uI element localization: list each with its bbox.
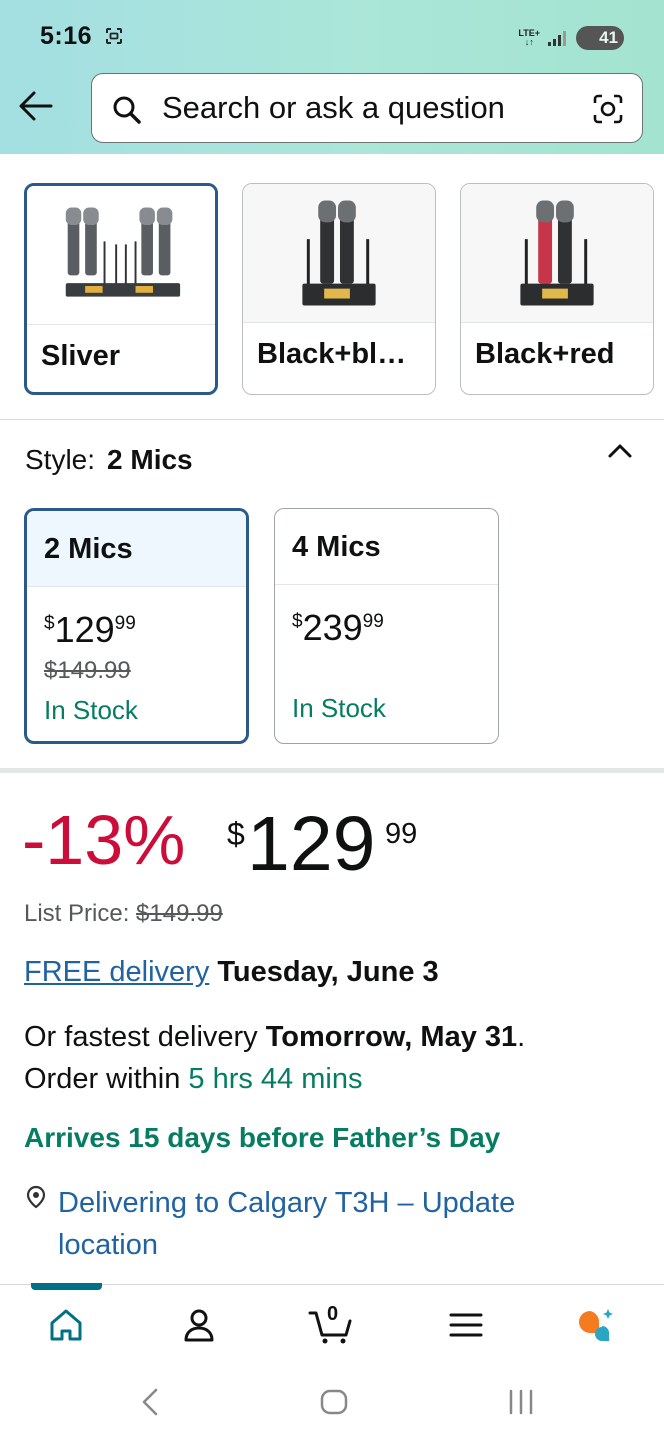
screenshot-notification-icon <box>106 28 122 44</box>
network-type: LTE+ ↓↑ <box>518 28 540 47</box>
microphone-set-image <box>65 207 181 297</box>
cart-count: 0 <box>327 1303 339 1325</box>
menu-icon[interactable] <box>446 1305 486 1345</box>
delivery-location-link[interactable]: Delivering to Calgary T3H – Update locat… <box>58 1182 618 1266</box>
style-option-stock: In Stock <box>44 695 138 725</box>
location-pin-icon <box>26 1185 46 1209</box>
style-header[interactable]: Style: 2 Mics <box>25 444 193 476</box>
system-recents-icon[interactable] <box>506 1386 536 1418</box>
camera-search-icon[interactable] <box>592 93 624 125</box>
color-option-label: Black+bl… <box>257 338 407 370</box>
search-icon <box>113 96 141 124</box>
system-back-icon[interactable] <box>138 1386 162 1418</box>
home-icon[interactable] <box>46 1305 86 1345</box>
style-label: Style: <box>25 444 96 475</box>
cart-button[interactable]: 0 <box>308 1303 356 1345</box>
status-time: 5:16 <box>40 22 93 50</box>
style-option-price: $23999 <box>292 607 384 648</box>
list-price: List Price: $149.99 <box>24 900 223 927</box>
discount-percent: -13% <box>22 801 186 879</box>
color-option-black-red[interactable]: Black+red <box>460 183 654 395</box>
chevron-up-icon[interactable] <box>606 438 634 462</box>
arrives-note: Arrives 15 days before Father’s Day <box>24 1122 501 1153</box>
search-bar[interactable]: Search or ask a question <box>91 73 643 143</box>
color-options: Sliver Black+bl… Black+red <box>0 183 664 395</box>
system-navigation-bar <box>0 1364 664 1440</box>
app-header: 5:16 LTE+ ↓↑ 41 Search or ask a question <box>0 0 664 154</box>
free-delivery-line: FREE delivery Tuesday, June 3 <box>24 956 439 989</box>
back-arrow-icon[interactable] <box>18 90 54 122</box>
free-delivery-date: Tuesday, June 3 <box>217 956 439 988</box>
style-option-price: $12999 <box>44 609 136 650</box>
microphone-set-image <box>520 200 594 306</box>
fastest-delivery: Or fastest delivery Tomorrow, May 31. Or… <box>24 1021 526 1095</box>
product-thumbnail-black-red <box>461 184 653 323</box>
signal-icon <box>548 31 566 46</box>
microphone-set-image <box>302 200 376 306</box>
color-option-sliver[interactable]: Sliver <box>24 183 218 395</box>
product-thumbnail-sliver <box>27 186 215 325</box>
free-delivery-link[interactable]: FREE delivery <box>24 956 209 988</box>
style-selected-value: 2 Mics <box>107 444 193 475</box>
style-option-name: 4 Mics <box>275 509 498 585</box>
search-input[interactable]: Search or ask a question <box>162 90 505 126</box>
battery-indicator: 41 <box>576 26 624 50</box>
bottom-navigation: 0 <box>0 1283 664 1365</box>
style-option-stock: In Stock <box>292 693 386 723</box>
rufus-assistant-icon[interactable] <box>576 1305 616 1345</box>
price-cents: 99 <box>385 818 418 850</box>
style-option-2-mics[interactable]: 2 Mics $12999 $149.99 In Stock <box>24 508 249 744</box>
color-option-black-blue[interactable]: Black+bl… <box>242 183 436 395</box>
color-option-label: Black+red <box>475 338 615 370</box>
status-indicators: LTE+ ↓↑ 41 <box>518 26 624 50</box>
system-home-icon[interactable] <box>318 1386 350 1418</box>
price-whole: 129 <box>247 801 376 887</box>
product-thumbnail-black-blue <box>243 184 435 323</box>
color-option-label: Sliver <box>41 340 120 372</box>
price-symbol: $ <box>227 816 245 852</box>
nav-active-indicator <box>31 1283 102 1290</box>
section-divider <box>0 419 664 420</box>
style-option-list-price: $149.99 <box>44 657 131 684</box>
style-option-name: 2 Mics <box>27 511 246 587</box>
account-icon[interactable] <box>179 1305 219 1345</box>
order-countdown: 5 hrs 44 mins <box>188 1063 363 1095</box>
section-divider <box>0 768 664 773</box>
style-option-4-mics[interactable]: 4 Mics $23999 In Stock <box>274 508 499 744</box>
